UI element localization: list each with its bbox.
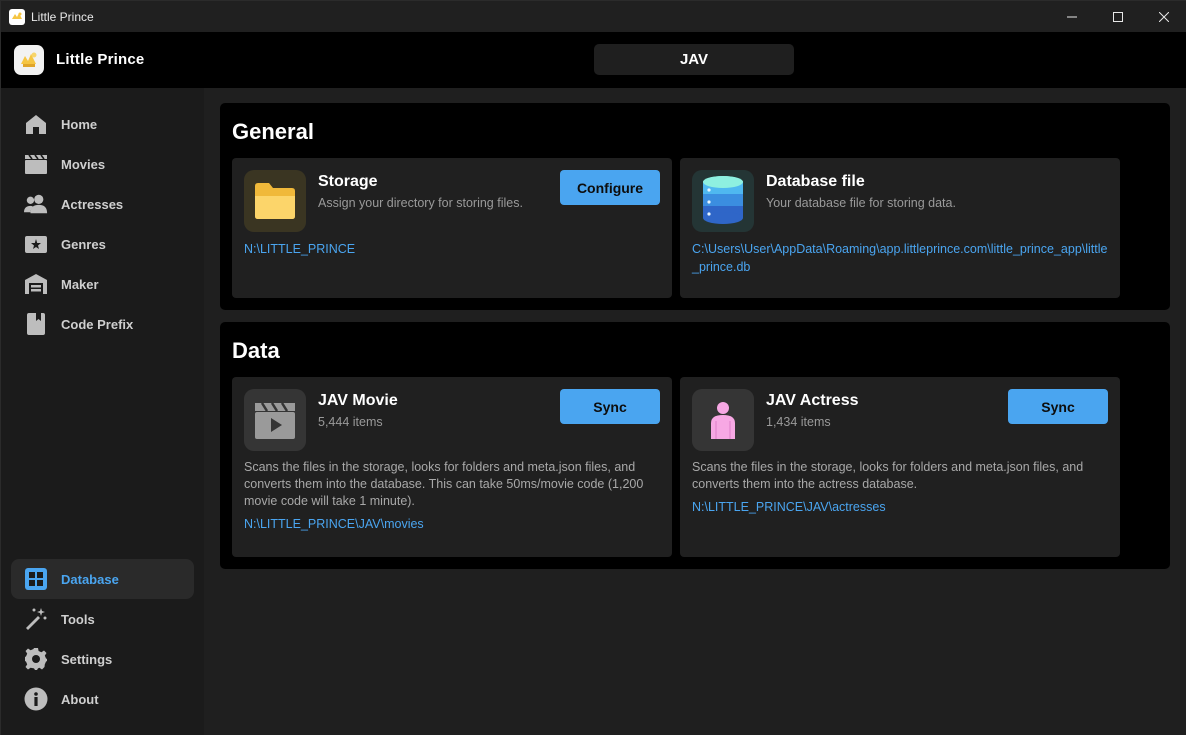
database-file-card: Database file Your database file for sto…: [680, 158, 1120, 298]
sidebar-item-label: Genres: [61, 236, 106, 252]
woman-icon: [692, 389, 754, 451]
sidebar-item-label: About: [61, 691, 99, 707]
sidebar-item-settings[interactable]: Settings: [11, 639, 194, 679]
sidebar-item-database[interactable]: Database: [11, 559, 194, 599]
sidebar-item-label: Tools: [61, 611, 95, 627]
sidebar-item-label: Code Prefix: [61, 316, 134, 332]
database-file-path[interactable]: C:\Users\User\AppData\Roaming\app.little…: [692, 240, 1112, 276]
card-description: Scans the files in the storage, looks fo…: [692, 460, 1084, 491]
item-count: 1,434 items: [766, 415, 831, 429]
gear-icon: [24, 647, 48, 671]
clapperboard-icon: [244, 389, 306, 451]
sidebar-item-genres[interactable]: Genres: [11, 224, 194, 264]
general-section: General Storage Assign your directory fo…: [220, 103, 1170, 310]
card-title: Storage: [318, 173, 378, 190]
app-header: Little Prince JAV: [1, 32, 1186, 88]
book-icon: [24, 312, 48, 336]
card-title: Database file: [766, 173, 865, 190]
sidebar-item-label: Maker: [61, 276, 99, 292]
warehouse-icon: [24, 272, 48, 296]
sidebar-item-label: Actresses: [61, 196, 124, 212]
maximize-icon: [1113, 11, 1123, 22]
sidebar-item-label: Movies: [61, 156, 106, 172]
sidebar-item-tools[interactable]: Tools: [11, 599, 194, 639]
minimize-button[interactable]: [1049, 1, 1095, 32]
brand-name: Little Prince: [56, 51, 145, 68]
configure-button[interactable]: Configure: [560, 170, 660, 205]
storage-path[interactable]: N:\LITTLE_PRINCE: [244, 240, 664, 258]
sync-actresses-button[interactable]: Sync: [1008, 389, 1108, 424]
sidebar-item-label: Database: [61, 571, 119, 587]
app-window: Little Prince Little Prince JAV Home Mov…: [0, 0, 1186, 735]
sidebar-item-movies[interactable]: Movies: [11, 144, 194, 184]
window-controls: [1049, 1, 1186, 32]
sidebar-item-label: Home: [61, 116, 98, 132]
folder-icon: [244, 170, 306, 232]
item-count: 5,444 items: [318, 415, 383, 429]
genre-icon: [24, 232, 48, 256]
sidebar-item-about[interactable]: About: [11, 679, 194, 719]
magic-wand-icon: [24, 607, 48, 631]
sync-movies-button[interactable]: Sync: [560, 389, 660, 424]
section-heading: General: [232, 119, 314, 144]
home-icon: [24, 112, 48, 136]
sidebar-item-maker[interactable]: Maker: [11, 264, 194, 304]
actresses-path[interactable]: N:\LITTLE_PRINCE\JAV\actresses: [692, 498, 1112, 516]
sidebar-item-code-prefix[interactable]: Code Prefix: [11, 304, 194, 344]
main-content: General Storage Assign your directory fo…: [204, 88, 1186, 735]
sidebar-item-label: Settings: [61, 651, 113, 667]
info-icon: [24, 687, 48, 711]
app-logo: [14, 45, 44, 75]
title-bar[interactable]: Little Prince: [1, 1, 1186, 32]
section-heading: Data: [232, 338, 280, 363]
data-section: Data JAV Movie 5,444 items Sync Scans th…: [220, 322, 1170, 569]
users-icon: [24, 192, 48, 216]
jav-movie-card: JAV Movie 5,444 items Sync Scans the fil…: [232, 377, 672, 557]
card-subtitle: Assign your directory for storing files.: [318, 196, 523, 210]
clapperboard-icon: [24, 152, 48, 176]
close-button[interactable]: [1141, 1, 1186, 32]
jav-actress-card: JAV Actress 1,434 items Sync Scans the f…: [680, 377, 1120, 557]
grid-icon: [24, 567, 48, 591]
minimize-icon: [1067, 16, 1077, 17]
card-subtitle: Your database file for storing data.: [766, 196, 956, 210]
app-icon: [9, 8, 25, 25]
sidebar-item-home[interactable]: Home: [11, 104, 194, 144]
database-icon: [692, 170, 754, 232]
card-title: JAV Actress: [766, 392, 859, 409]
tab-jav[interactable]: JAV: [594, 44, 794, 75]
card-title: JAV Movie: [318, 392, 398, 409]
storage-card: Storage Assign your directory for storin…: [232, 158, 672, 298]
sidebar: Home Movies Actresses Genres Maker Code …: [1, 88, 204, 735]
card-description: Scans the files in the storage, looks fo…: [244, 460, 644, 508]
sidebar-item-actresses[interactable]: Actresses: [11, 184, 194, 224]
maximize-button[interactable]: [1095, 1, 1141, 32]
window-title: Little Prince: [31, 9, 94, 24]
movies-path[interactable]: N:\LITTLE_PRINCE\JAV\movies: [244, 515, 664, 533]
close-icon: [1159, 11, 1169, 22]
